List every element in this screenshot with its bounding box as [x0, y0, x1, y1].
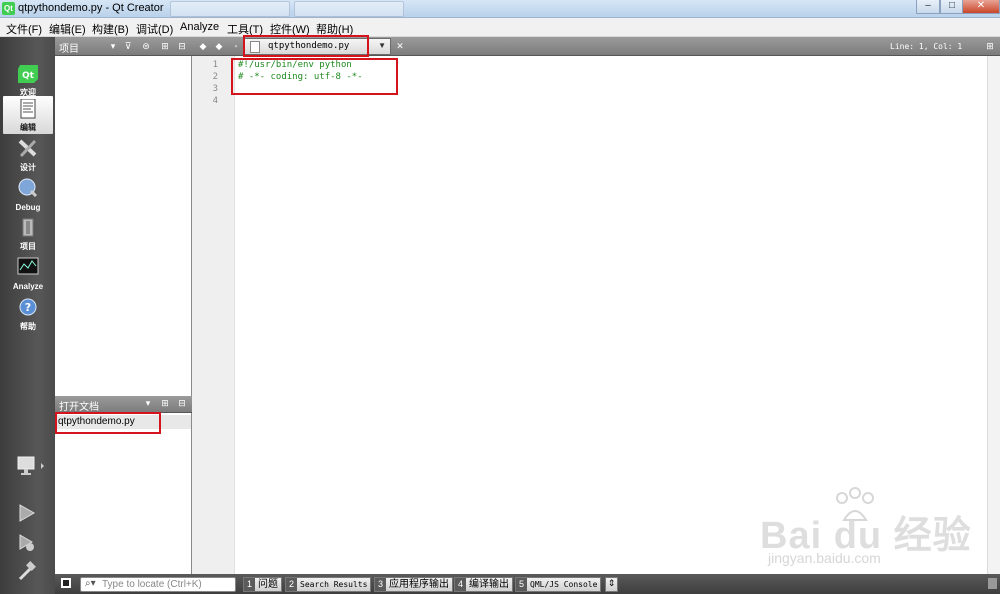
lock-icon: ▪ — [234, 41, 238, 51]
split-editor-icon[interactable]: ⊞ — [984, 41, 996, 53]
cursor-position: Line: 1, Col: 1 — [890, 42, 963, 51]
project-tree[interactable] — [55, 56, 192, 396]
menu-edit[interactable]: 编辑(E) — [49, 21, 86, 37]
background-taskbar-tabs — [170, 0, 910, 18]
line-number: 1 — [212, 60, 218, 70]
project-pane-title: 项目 — [59, 44, 79, 55]
split-icon[interactable]: ⊞ — [159, 398, 171, 410]
close-document-icon[interactable]: ✕ — [394, 41, 406, 53]
menu-tools[interactable]: 工具(T) — [227, 21, 263, 37]
open-documents-list: qtpythondemo.py — [55, 413, 192, 574]
mode-analyze[interactable]: Analyze — [3, 254, 53, 292]
menu-bar: 文件(F) 编辑(E) 构建(B) 调试(D) Analyze 工具(T) 控件… — [0, 18, 1000, 37]
output-pane-compile-output[interactable]: 4 编译输出 — [454, 577, 513, 592]
document-tab-name: qtpythondemo.py — [268, 41, 350, 51]
line-number: 2 — [212, 72, 218, 82]
menu-analyze[interactable]: Analyze — [180, 21, 219, 33]
resize-grip-icon[interactable] — [988, 578, 997, 589]
navigate-back-icon[interactable]: ◆ — [197, 41, 209, 53]
menu-help[interactable]: 帮助(H) — [316, 21, 353, 37]
maximize-button[interactable]: □ — [940, 0, 964, 14]
background-tab — [294, 1, 404, 17]
mode-projects[interactable]: 项目 — [3, 215, 53, 253]
menu-build[interactable]: 构建(B) — [92, 21, 129, 37]
open-document-name: qtpythondemo.py — [58, 416, 135, 427]
output-pane-application-output[interactable]: 3 应用程序输出 — [374, 577, 453, 592]
open-documents-toolbar: 打开文档 ▾ ⊞ ⊟ — [55, 396, 192, 413]
filter-icon[interactable]: ⊽ — [122, 41, 134, 53]
code-line: # -*- coding: utf-8 -*- — [238, 72, 363, 82]
locator-placeholder: Type to locate (Ctrl+K) — [102, 579, 202, 590]
window-title: qtpythondemo.py - Qt Creator — [18, 2, 164, 14]
more-panes-icon[interactable]: ⇕ — [605, 577, 618, 592]
python-file-icon — [250, 41, 260, 53]
line-number: 4 — [212, 96, 218, 106]
run-icon[interactable] — [17, 503, 37, 523]
toggle-sidebar-icon[interactable] — [61, 578, 71, 588]
close-pane-icon[interactable]: ⊟ — [176, 41, 188, 53]
split-icon[interactable]: ⊞ — [159, 41, 171, 53]
close-pane-icon[interactable]: ⊟ — [176, 398, 188, 410]
close-button[interactable]: ✕ — [962, 0, 1000, 14]
mode-edit[interactable]: 编辑 — [3, 96, 53, 134]
help-icon: ? — [19, 298, 37, 316]
link-sync-icon[interactable]: ⊜ — [140, 41, 152, 53]
mode-help[interactable]: ? 帮助 — [3, 295, 53, 333]
document-tab[interactable]: qtpythondemo.py ▼ — [244, 38, 391, 55]
svg-text:?: ? — [25, 301, 31, 314]
menu-debug[interactable]: 调试(D) — [136, 21, 173, 37]
minimize-button[interactable]: – — [916, 0, 940, 14]
build-hammer-icon[interactable] — [17, 561, 37, 581]
mode-welcome[interactable]: Qt 欢迎 — [3, 61, 53, 99]
menu-file[interactable]: 文件(F) — [6, 21, 42, 37]
view-dropdown-icon[interactable]: ▾ — [142, 398, 154, 410]
analyze-chart-icon — [17, 257, 39, 275]
debug-run-icon[interactable] — [17, 533, 37, 553]
locator-input[interactable]: ⌕▾ Type to locate (Ctrl+K) — [80, 577, 236, 592]
debug-bug-icon — [18, 178, 38, 198]
line-number-gutter: 1 2 3 4 — [192, 56, 235, 574]
open-documents-title: 打开文档 — [59, 402, 99, 413]
mode-design[interactable]: 设计 — [3, 136, 53, 174]
menu-controls[interactable]: 控件(W) — [270, 21, 310, 37]
chevron-down-icon[interactable]: ▼ — [378, 41, 386, 50]
output-pane-issues[interactable]: 1 问题 — [243, 577, 282, 592]
qt-creator-app-icon: Qt — [2, 2, 15, 15]
edit-document-icon — [20, 99, 36, 119]
mode-debug[interactable]: Debug — [3, 175, 53, 213]
search-icon: ⌕▾ — [85, 578, 96, 589]
mode-selector-bar: Qt 欢迎 编辑 设计 Debug 项目 Analyze ? 帮助 — [0, 37, 55, 594]
svg-text:Qt: Qt — [22, 71, 35, 81]
baidu-watermark: Bai du 经验 jingyan.baidu.com — [760, 486, 1000, 576]
watermark-url: jingyan.baidu.com — [768, 550, 881, 566]
code-line: #!/usr/bin/env python — [238, 60, 352, 70]
window-title-bar: Qt qtpythondemo.py - Qt Creator – □ ✕ — [0, 0, 1000, 18]
view-dropdown-icon[interactable]: ▾ — [107, 41, 119, 53]
project-pane-toolbar: 项目 ▾ ⊽ ⊜ ⊞ ⊟ — [55, 37, 192, 56]
output-pane-qml-console[interactable]: 5 QML/JS Console — [515, 577, 602, 592]
line-number: 3 — [212, 84, 218, 94]
qt-logo-icon: Qt — [18, 65, 38, 83]
navigate-forward-icon[interactable]: ◆ — [213, 41, 225, 53]
output-pane-search-results[interactable]: 2 Search Results — [285, 577, 372, 592]
kit-selector-monitor-icon[interactable] — [16, 455, 46, 477]
background-tab — [170, 1, 290, 17]
project-wrench-icon — [22, 218, 34, 237]
list-item[interactable]: qtpythondemo.py — [55, 415, 191, 429]
design-pen-icon — [18, 139, 37, 158]
